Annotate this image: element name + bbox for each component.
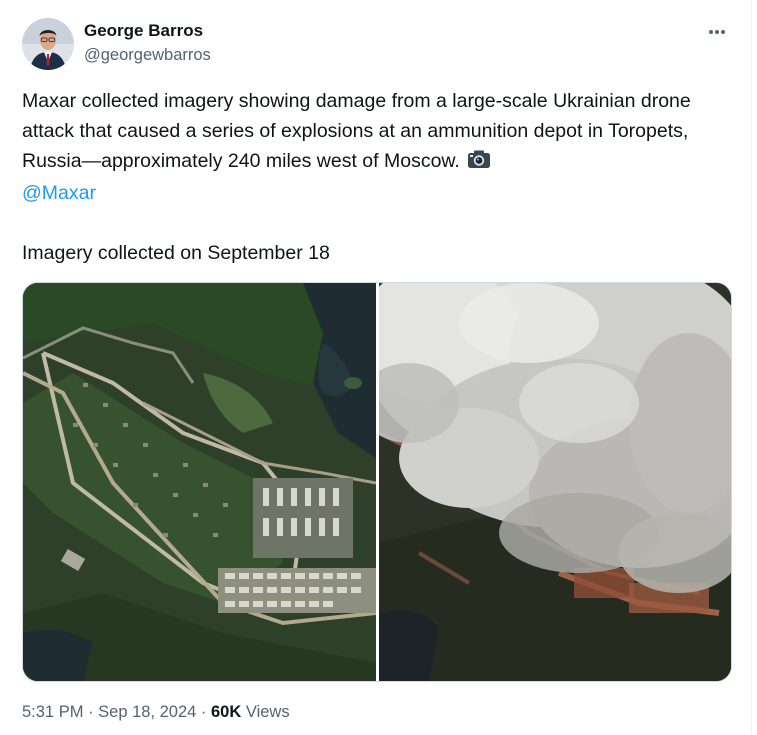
tweet-metadata: 5:31 PM · Sep 18, 2024 · 60K Views: [22, 703, 290, 722]
satellite-image-before[interactable]: [23, 283, 377, 681]
mention-link[interactable]: @Maxar: [22, 182, 96, 204]
views-label: Views: [245, 703, 290, 721]
tweet-body: Maxar collected imagery showing damage f…: [22, 90, 691, 172]
author-handle[interactable]: @georgewbarros: [84, 46, 211, 65]
tweet-card: George Barros @georgewbarros Maxar colle…: [0, 0, 752, 735]
tweet-date[interactable]: Sep 18, 2024: [98, 703, 196, 721]
views-count[interactable]: 60K: [211, 703, 241, 721]
tweet-time[interactable]: 5:31 PM: [22, 703, 83, 721]
avatar[interactable]: [22, 18, 74, 70]
author-name[interactable]: George Barros: [84, 21, 203, 41]
tweet-text: Maxar collected imagery showing damage f…: [22, 86, 732, 268]
tweet-caption: Imagery collected on September 18: [22, 242, 330, 264]
media-gallery: [22, 282, 732, 682]
meta-separator: ·: [88, 703, 94, 721]
more-options-icon[interactable]: [700, 16, 734, 46]
camera-icon: [467, 148, 491, 178]
satellite-image-after[interactable]: [359, 283, 731, 681]
meta-separator: ·: [200, 703, 207, 721]
